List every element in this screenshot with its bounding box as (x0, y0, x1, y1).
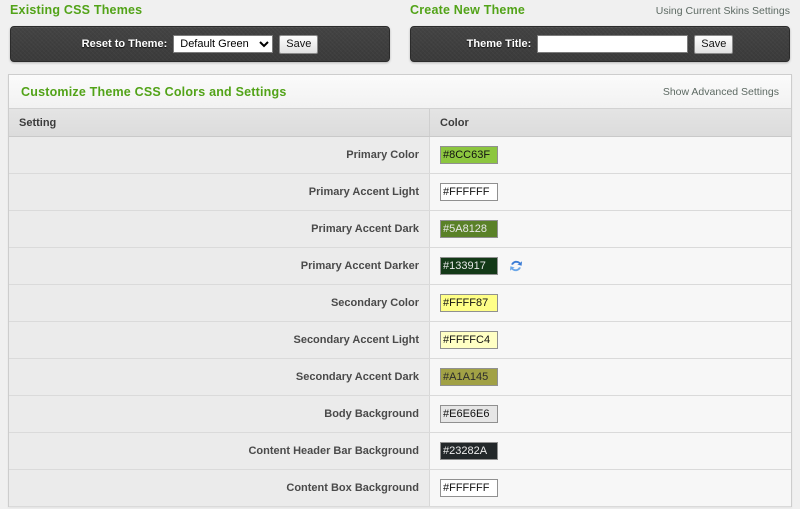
table-body: Primary ColorPrimary Accent LightPrimary… (9, 136, 791, 507)
table-row: Body Background (9, 395, 791, 433)
table-row: Secondary Accent Light (9, 321, 791, 359)
refresh-icon[interactable] (508, 258, 524, 274)
table-header-row: Setting Color (9, 109, 791, 137)
color-cell (429, 136, 791, 174)
color-input[interactable] (440, 405, 498, 423)
color-cell (429, 321, 791, 359)
table-row: Content Header Bar Background (9, 432, 791, 470)
create-theme-panel: Create New Theme Using Current Skins Set… (400, 0, 800, 62)
color-cell (429, 432, 791, 470)
reset-to-theme-label: Reset to Theme: (81, 38, 168, 50)
setting-label: Secondary Accent Dark (9, 358, 430, 396)
color-cell (429, 173, 791, 211)
save-new-theme-button[interactable]: Save (694, 34, 734, 54)
table-row: Primary Color (9, 136, 791, 174)
top-panels-row: Existing CSS Themes Reset to Theme: Defa… (0, 0, 800, 62)
color-input[interactable] (440, 479, 498, 497)
setting-label: Secondary Color (9, 284, 430, 322)
customize-title: Customize Theme CSS Colors and Settings (21, 84, 287, 99)
color-cell (429, 284, 791, 322)
color-input[interactable] (440, 368, 498, 386)
column-header-color: Color (429, 109, 791, 137)
theme-select[interactable]: Default Green (173, 35, 274, 53)
theme-title-input[interactable] (537, 35, 689, 53)
setting-label: Secondary Accent Light (9, 321, 430, 359)
table-row: Primary Accent Darker (9, 247, 791, 285)
existing-themes-title: Existing CSS Themes (10, 3, 143, 17)
customize-content-box: Customize Theme CSS Colors and Settings … (8, 74, 792, 507)
create-theme-title: Create New Theme (410, 3, 526, 17)
setting-label: Primary Accent Light (9, 173, 430, 211)
create-theme-title-bar: Create New Theme Using Current Skins Set… (410, 0, 790, 23)
color-cell (429, 247, 791, 285)
setting-label: Primary Accent Darker (9, 247, 430, 285)
color-input[interactable] (440, 183, 498, 201)
setting-label: Primary Accent Dark (9, 210, 430, 248)
customize-header: Customize Theme CSS Colors and Settings … (9, 75, 791, 109)
color-input[interactable] (440, 294, 498, 312)
color-cell (429, 210, 791, 248)
color-cell (429, 358, 791, 396)
column-header-setting: Setting (9, 109, 430, 137)
setting-label: Content Box Background (9, 469, 430, 507)
using-current-skins-note: Using Current Skins Settings (655, 5, 790, 17)
existing-themes-panel: Existing CSS Themes Reset to Theme: Defa… (0, 0, 400, 62)
create-theme-form: Theme Title: Save (410, 26, 790, 62)
color-input[interactable] (440, 220, 498, 238)
color-input[interactable] (440, 331, 498, 349)
color-input[interactable] (440, 146, 498, 164)
setting-label: Body Background (9, 395, 430, 433)
color-cell (429, 395, 791, 433)
theme-title-label: Theme Title: (466, 38, 532, 50)
setting-label: Primary Color (9, 136, 430, 174)
existing-themes-form: Reset to Theme: Default Green Save (10, 26, 390, 62)
color-cell (429, 469, 791, 507)
show-advanced-settings-link[interactable]: Show Advanced Settings (663, 86, 779, 98)
table-row: Secondary Color (9, 284, 791, 322)
color-input[interactable] (440, 257, 498, 275)
save-existing-theme-button[interactable]: Save (279, 34, 319, 54)
theme-settings-table: Setting Color Primary ColorPrimary Accen… (9, 109, 791, 507)
table-row: Primary Accent Dark (9, 210, 791, 248)
table-row: Primary Accent Light (9, 173, 791, 211)
table-row: Content Box Background (9, 469, 791, 507)
existing-themes-title-bar: Existing CSS Themes (10, 0, 390, 23)
color-input[interactable] (440, 442, 498, 460)
table-row: Secondary Accent Dark (9, 358, 791, 396)
setting-label: Content Header Bar Background (9, 432, 430, 470)
